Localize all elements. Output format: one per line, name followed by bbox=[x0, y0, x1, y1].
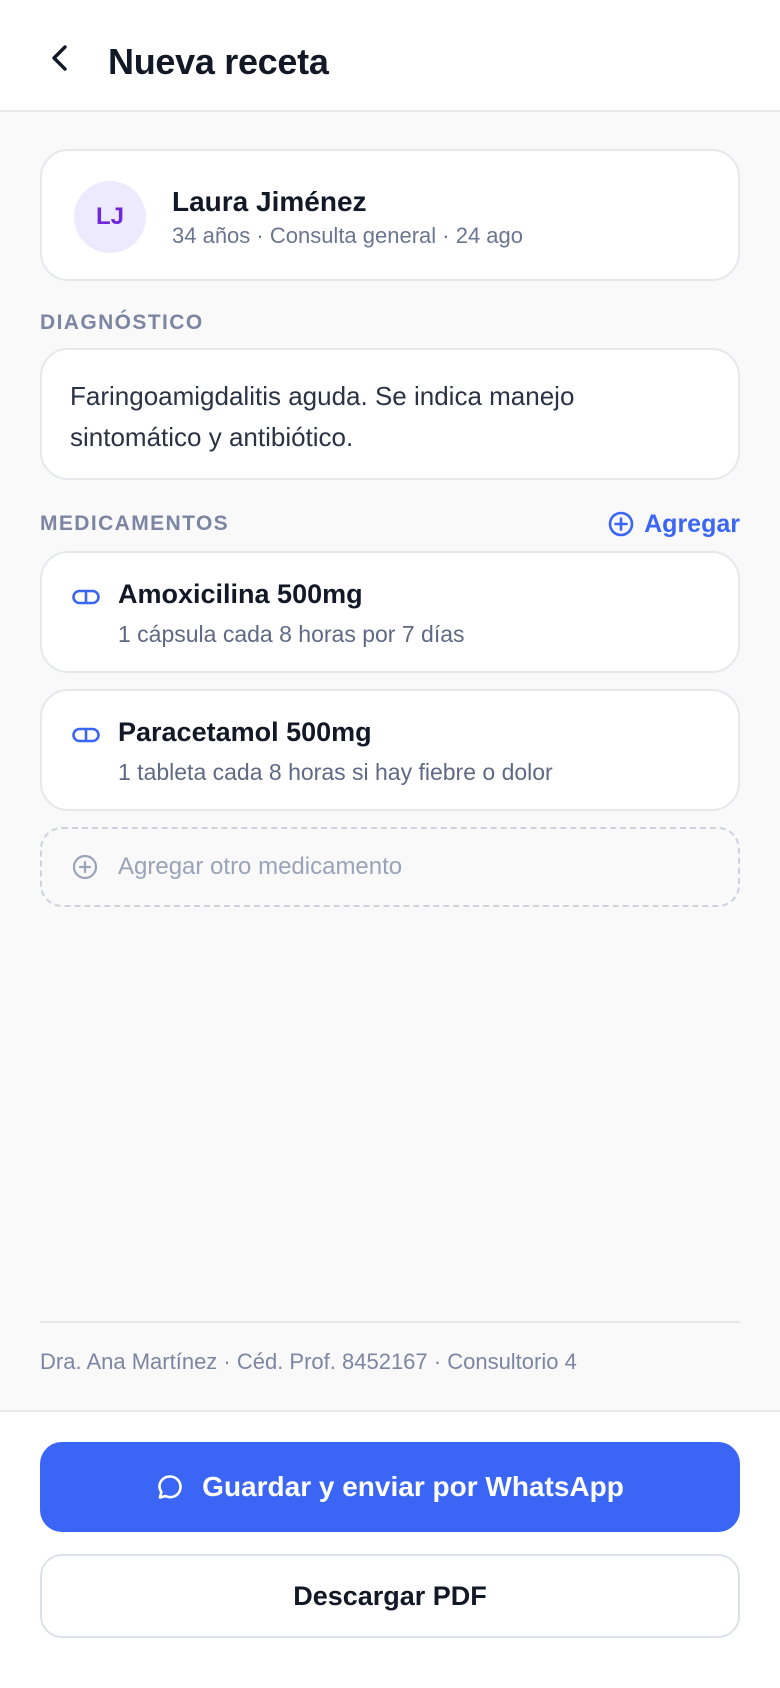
medications-label: MEDICAMENTOS bbox=[40, 512, 230, 535]
avatar: LJ bbox=[74, 181, 146, 253]
patient-name: Laura Jiménez bbox=[172, 186, 367, 217]
send-whatsapp-label: Guardar y enviar por WhatsApp bbox=[202, 1471, 624, 1502]
download-pdf-button[interactable]: Descargar PDF bbox=[40, 1554, 740, 1638]
action-footer: Guardar y enviar por WhatsApp Descargar … bbox=[0, 1410, 780, 1688]
add-medication-label: Agregar bbox=[644, 510, 740, 538]
medication-item[interactable]: Amoxicilina 500mg 1 cápsula cada 8 horas… bbox=[40, 551, 740, 673]
chevron-left-icon bbox=[52, 45, 67, 71]
medication-name: Amoxicilina 500mg bbox=[118, 579, 363, 609]
doctor-info: Dra. Ana Martínez · Céd. Prof. 8452167 ·… bbox=[40, 1349, 577, 1374]
page-title: Nueva receta bbox=[108, 41, 329, 82]
pill-icon bbox=[72, 727, 100, 743]
medication-dose: 1 cápsula cada 8 horas por 7 días bbox=[118, 621, 465, 647]
app-header: Nueva receta bbox=[0, 0, 780, 112]
patient-meta: 34 años · Consulta general · 24 ago bbox=[172, 223, 524, 248]
send-whatsapp-button[interactable]: Guardar y enviar por WhatsApp bbox=[40, 1442, 740, 1532]
divider bbox=[40, 1321, 740, 1323]
medication-name: Paracetamol 500mg bbox=[118, 717, 372, 747]
diagnosis-label: DIAGNÓSTICO bbox=[40, 311, 204, 334]
chat-bubble-icon bbox=[158, 1475, 182, 1499]
pill-icon bbox=[72, 589, 100, 605]
medication-dose: 1 tableta cada 8 horas si hay fiebre o d… bbox=[118, 759, 553, 785]
medication-item[interactable]: Paracetamol 500mg 1 tableta cada 8 horas… bbox=[40, 689, 740, 811]
diagnosis-text: Faringoamigdalitis aguda. Se indica mane… bbox=[70, 381, 575, 452]
diagnosis-field[interactable]: Faringoamigdalitis aguda. Se indica mane… bbox=[40, 348, 740, 480]
plus-circle-icon bbox=[72, 854, 98, 880]
plus-circle-icon bbox=[608, 511, 634, 537]
add-medication-button[interactable]: Agregar bbox=[608, 506, 740, 542]
add-other-medication-button[interactable]: Agregar otro medicamento bbox=[40, 827, 740, 907]
back-button[interactable] bbox=[40, 38, 80, 78]
add-other-medication-label: Agregar otro medicamento bbox=[118, 853, 403, 880]
prescription-screen: Nueva receta LJ Laura Jiménez 34 años · … bbox=[0, 0, 780, 1688]
download-pdf-label: Descargar PDF bbox=[293, 1580, 487, 1611]
patient-card: LJ Laura Jiménez 34 años · Consulta gene… bbox=[40, 149, 740, 281]
